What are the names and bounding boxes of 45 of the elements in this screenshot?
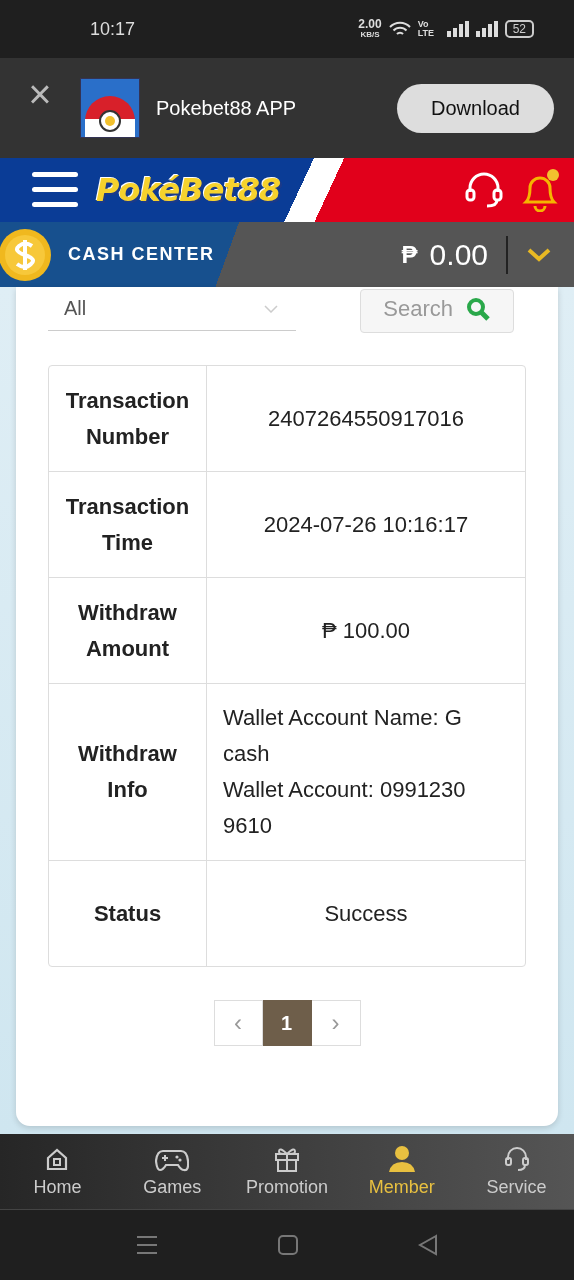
logo[interactable]: PokéBet88	[96, 171, 281, 209]
nav-tab[interactable]: Games	[114, 1134, 230, 1209]
nav-tab[interactable]: Member	[344, 1134, 460, 1209]
field-label: Withdraw Amount	[77, 598, 178, 663]
signal-icon	[446, 21, 469, 37]
nav-tab[interactable]: Promotion	[229, 1134, 345, 1209]
home-button-icon[interactable]	[278, 1235, 298, 1255]
field-label: Transaction Number	[64, 386, 191, 451]
filter-dropdown[interactable]: All	[48, 291, 296, 331]
menu-icon[interactable]	[30, 170, 80, 210]
nav-tab[interactable]: Service	[459, 1134, 574, 1209]
network-label: Vo LTE	[417, 20, 435, 38]
download-button[interactable]: Download	[397, 83, 554, 133]
chevron-down-icon[interactable]	[526, 246, 552, 263]
field-label: Status	[93, 899, 162, 928]
back-icon[interactable]	[418, 1234, 438, 1256]
app-title: Pokebet88 APP	[156, 96, 297, 120]
field-value: 2407264550917016	[268, 404, 464, 433]
field-value: Wallet Account Name: G cash Wallet Account: 0991230 9610	[223, 704, 467, 840]
cash-center-label: CASH CENTER	[68, 244, 215, 265]
currency-symbol: ₱	[401, 240, 418, 269]
wifi-icon	[388, 21, 411, 37]
balance-amount: 0.00	[429, 237, 488, 272]
field-value: Success	[324, 899, 408, 928]
gift-icon	[273, 1145, 301, 1173]
search-icon	[465, 296, 491, 322]
caret-icon	[264, 304, 278, 313]
app-icon	[80, 78, 140, 138]
field-value: 2024-07-26 10:16:17	[263, 510, 469, 539]
close-button[interactable]: ×	[22, 76, 58, 112]
coin-icon	[0, 227, 52, 282]
page-button[interactable]: 1	[262, 1000, 312, 1046]
signal-icon	[475, 21, 498, 37]
speed-value: 2.00	[358, 19, 382, 30]
headset-icon	[502, 1145, 531, 1173]
speed-unit: KB/S	[360, 30, 380, 39]
nav-tab[interactable]: Home	[0, 1134, 115, 1209]
clock: 10:17	[90, 18, 136, 40]
field-label: Withdraw Info	[77, 740, 178, 804]
person-icon	[386, 1145, 417, 1173]
headset-icon[interactable]	[464, 170, 504, 210]
field-label: Transaction Time	[64, 492, 191, 557]
bell-icon[interactable]	[520, 168, 560, 212]
field-value: ₱ 100.00	[321, 616, 411, 645]
battery-level: 52	[504, 20, 534, 38]
